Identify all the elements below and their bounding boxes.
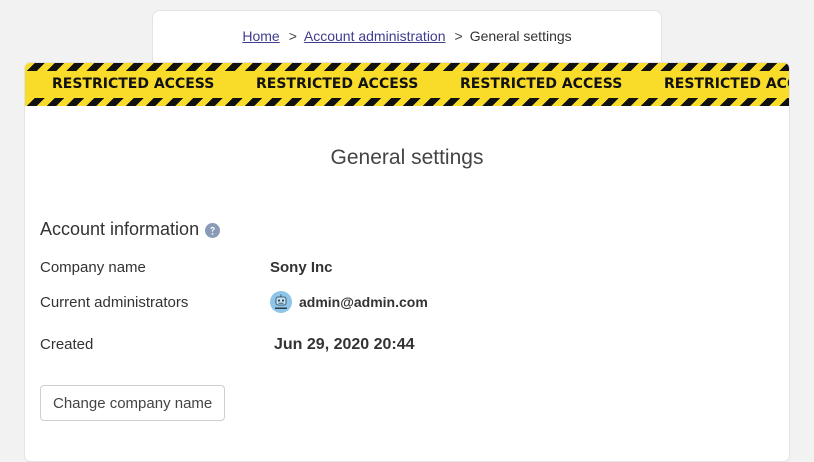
banner-text: RESTRICTED ACCESS — [664, 76, 789, 92]
breadcrumb-separator: > — [288, 28, 297, 44]
robot-avatar-icon — [270, 291, 292, 313]
created-label: Created — [40, 336, 94, 353]
breadcrumb-current: General settings — [469, 28, 572, 44]
banner-text: RESTRICTED ACCESS — [460, 76, 623, 92]
change-company-name-button[interactable]: Change company name — [40, 385, 226, 421]
breadcrumb-account-admin-link[interactable]: Account administration — [304, 28, 446, 44]
breadcrumb-card: Home > Account administration > General sett… — [152, 10, 662, 70]
banner-text-band: RESTRICTED ACCESS RESTRICTED ACCESS REST… — [25, 71, 789, 98]
company-name-label: Company name — [40, 259, 146, 276]
administrators-label: Current administrators — [40, 294, 189, 311]
breadcrumb: Home > Account administration > General sett… — [153, 28, 661, 44]
banner-stripes-top — [25, 63, 789, 71]
banner-stripes-bottom — [25, 98, 789, 106]
breadcrumb-home-link[interactable]: Home — [242, 28, 279, 44]
company-name-value: Sony Inc — [270, 259, 333, 276]
administrator-item: admin@admin.com — [270, 291, 428, 313]
banner-text: RESTRICTED ACCESS — [52, 76, 215, 92]
administrator-email: admin@admin.com — [299, 294, 428, 310]
banner-text: RESTRICTED ACCESS — [256, 76, 419, 92]
settings-card: RESTRICTED ACCESS RESTRICTED ACCESS REST… — [24, 62, 790, 462]
breadcrumb-separator: > — [454, 28, 463, 44]
section-heading-text: Account information — [40, 219, 200, 239]
section-heading-account-information: Account information — [40, 219, 221, 240]
created-value: Jun 29, 2020 20:44 — [274, 336, 415, 353]
restricted-access-banner: RESTRICTED ACCESS RESTRICTED ACCESS REST… — [25, 63, 789, 106]
page-title: General settings — [330, 146, 484, 169]
question-circle-icon[interactable] — [205, 222, 221, 238]
